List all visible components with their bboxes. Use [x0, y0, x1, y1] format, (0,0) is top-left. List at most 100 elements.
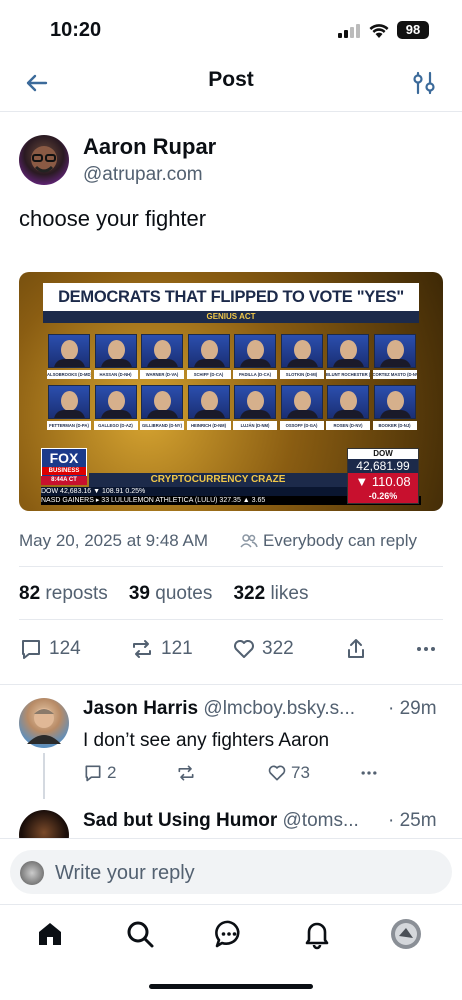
likes-stat[interactable]: 322 likes — [233, 583, 308, 604]
author-name[interactable]: Aaron Rupar — [83, 134, 216, 160]
reply-reply-count: 2 — [107, 763, 117, 782]
reply-author-handle: @toms... — [282, 810, 359, 831]
senator-photo — [234, 334, 276, 368]
heart-icon — [268, 765, 286, 781]
reply-author-handle: @lmcboy.bsky.s... — [203, 698, 356, 719]
tab-search[interactable] — [124, 918, 156, 950]
sort-options-button[interactable] — [409, 68, 439, 98]
ellipsis-icon — [417, 647, 435, 651]
status-bar: 10:20 98 — [0, 0, 462, 60]
likes-label: likes — [270, 583, 309, 604]
post-text: choose your fighter — [19, 206, 207, 231]
repost-count: 121 — [161, 638, 193, 659]
senator-photo — [373, 385, 416, 419]
quotes-label: quotes — [155, 583, 213, 604]
senator-photo — [234, 385, 276, 419]
reply-time: · 29m — [388, 698, 437, 719]
senator-caption: CORTEZ MASTO (D-NV) — [372, 370, 417, 379]
tab-chat[interactable] — [213, 918, 245, 950]
dow-value: 42,681.99 — [348, 459, 418, 473]
status-time: 10:20 — [50, 19, 102, 41]
senator-photo — [94, 334, 137, 368]
chyron-headline: DEMOCRATS THAT FLIPPED TO VOTE "YES" — [43, 283, 419, 311]
senator-caption: SLOTKIN (D-MI) — [279, 370, 324, 379]
wifi-icon — [368, 21, 390, 39]
dow-change: ▼ 110.08 — [348, 473, 418, 490]
share-button[interactable] — [344, 636, 368, 662]
reply-more-button[interactable] — [358, 762, 380, 784]
repost-button[interactable]: 121 — [129, 636, 193, 662]
avatar-icon — [391, 919, 421, 949]
reply-separator — [0, 684, 462, 685]
reply-text: I don’t see any fighters Aaron — [83, 730, 330, 751]
dow-percent: -0.26% — [348, 490, 418, 503]
senator-photo — [141, 334, 183, 368]
senator-caption: OSSOFF (D-GA) — [279, 421, 324, 430]
people-icon — [240, 534, 258, 548]
senator-photo — [327, 334, 369, 368]
share-icon — [348, 639, 364, 658]
senator-photo — [141, 385, 183, 419]
senator-caption: HEINRICH (D-NM) — [186, 421, 231, 430]
senator-photo — [280, 334, 323, 368]
likes-count: 322 — [233, 583, 266, 604]
senator-caption: PADILLA (D-CA) — [233, 370, 277, 379]
repost-icon — [133, 640, 151, 658]
reply-author-name: Jason Harris — [83, 698, 199, 719]
reply-time: · 25m — [388, 810, 437, 831]
senator-photo — [280, 385, 323, 419]
reposts-count: 82 — [19, 583, 41, 604]
page-title: Post — [208, 68, 254, 91]
senator-caption: HASSAN (D-NH) — [93, 370, 138, 379]
ellipsis-icon — [361, 771, 377, 775]
comment-icon — [22, 640, 40, 659]
tab-home[interactable] — [34, 918, 66, 950]
more-options-button[interactable] — [414, 636, 438, 662]
post-image[interactable]: DEMOCRATS THAT FLIPPED TO VOTE "YES" GEN… — [19, 272, 443, 511]
bell-icon — [305, 922, 329, 950]
home-indicator — [149, 984, 313, 989]
reply-like-button[interactable]: 73 — [267, 762, 310, 784]
reply-count: 124 — [49, 638, 81, 659]
post-stats: 82 reposts 39 quotes 322 likes — [19, 583, 308, 605]
heart-icon — [234, 640, 254, 658]
reply-reply-button[interactable]: 2 — [83, 762, 116, 784]
quotes-stat[interactable]: 39 quotes — [129, 583, 212, 604]
logo-subtext: BUSINESS — [42, 467, 86, 475]
dow-label: DOW — [348, 449, 418, 459]
senator-photo — [48, 334, 90, 368]
reply-like-count: 73 — [291, 763, 310, 782]
battery-indicator: 98 — [397, 21, 429, 39]
repost-icon — [178, 765, 194, 781]
reply-avatar[interactable] — [19, 698, 69, 748]
reply-button[interactable]: 124 — [19, 636, 81, 662]
like-button[interactable]: 322 — [232, 636, 294, 662]
reply-author-name: Sad but Using Humor — [83, 810, 278, 831]
sliders-icon — [413, 71, 435, 95]
tab-notifications[interactable] — [301, 918, 333, 950]
reposts-stat[interactable]: 82 reposts — [19, 583, 108, 604]
cellular-signal-icon — [338, 24, 362, 38]
tab-profile[interactable] — [390, 918, 422, 950]
reply-permission[interactable]: Everybody can reply — [240, 531, 417, 551]
reposts-label: reposts — [45, 583, 108, 604]
compose-avatar — [20, 861, 44, 885]
quotes-count: 39 — [128, 583, 150, 604]
senator-photo — [327, 385, 369, 419]
live-time: 8:44A CT — [41, 476, 87, 485]
post-header: Post — [0, 60, 462, 112]
senator-caption: WARNER (D-VA) — [140, 370, 184, 379]
senator-caption: ROSEN (D-NV) — [326, 421, 370, 430]
network-logo: FOX BUSINESS — [41, 448, 87, 478]
reply-repost-button[interactable] — [175, 762, 197, 784]
search-icon — [127, 921, 154, 948]
dow-box: DOW 42,681.99 ▼ 110.08 -0.26% — [347, 448, 419, 504]
divider — [19, 566, 443, 567]
reply-author[interactable]: Sad but Using Humor @toms... — [83, 810, 359, 832]
senator-caption: FETTERMAN (D-PA) — [47, 421, 91, 430]
compose-placeholder[interactable]: Write your reply — [55, 862, 195, 885]
reply-author[interactable]: Jason Harris @lmcboy.bsky.s... — [83, 698, 355, 720]
author-avatar[interactable] — [19, 135, 69, 185]
divider — [19, 619, 443, 620]
author-handle[interactable]: @atrupar.com — [83, 164, 203, 186]
